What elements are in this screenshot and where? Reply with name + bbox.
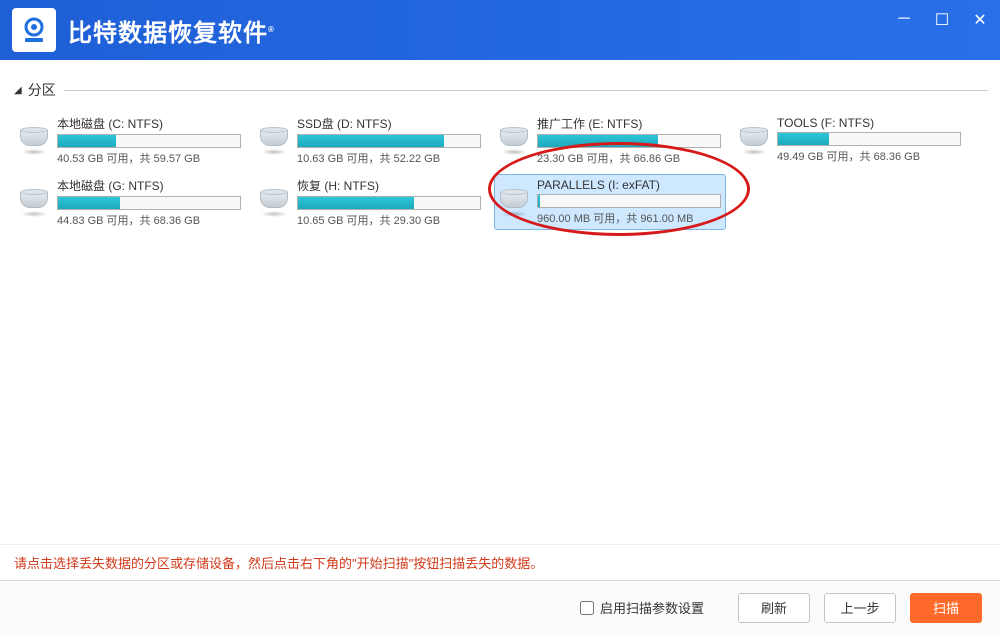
collapse-icon: ◢ [14,85,22,96]
section-label: 分区 [28,80,56,100]
usage-bar [297,196,481,210]
scan-params-checkbox[interactable]: 启用扫描参数设置 [580,598,704,617]
partition-usage: 40.53 GB 可用，共 59.57 GB [57,150,241,166]
partition-name: 本地磁盘 (C: NTFS) [57,115,241,132]
partition-name: TOOLS (F: NTFS) [777,116,961,130]
main-area: ◢ 分区 本地磁盘 (C: NTFS) 40.53 GB 可用，共 59.57 G… [0,60,1000,544]
partition-info: 本地磁盘 (G: NTFS) 44.83 GB 可用，共 68.36 GB [57,177,241,228]
refresh-button[interactable]: 刷新 [738,593,810,623]
partition-grid: 本地磁盘 (C: NTFS) 40.53 GB 可用，共 59.57 GB SSD盘… [14,112,1000,230]
usage-bar [537,134,721,148]
partition-item[interactable]: TOOLS (F: NTFS) 49.49 GB 可用，共 68.36 GB [734,112,966,168]
disk-icon [17,123,51,157]
partition-usage: 10.63 GB 可用，共 52.22 GB [297,150,481,166]
partition-name: SSD盘 (D: NTFS) [297,115,481,132]
disk-icon [257,185,291,219]
app-window: 比特数据恢复软件® ─ ☐ ✕ ◢ 分区 本地磁盘 (C: NTFS) 40.53… [0,0,1000,634]
partition-info: 本地磁盘 (C: NTFS) 40.53 GB 可用，共 59.57 GB [57,115,241,166]
partition-name: 本地磁盘 (G: NTFS) [57,177,241,194]
partition-usage: 23.30 GB 可用，共 66.86 GB [537,150,721,166]
partition-usage: 44.83 GB 可用，共 68.36 GB [57,212,241,228]
partition-info: TOOLS (F: NTFS) 49.49 GB 可用，共 68.36 GB [777,116,961,164]
partition-item[interactable]: SSD盘 (D: NTFS) 10.63 GB 可用，共 52.22 GB [254,112,486,168]
scan-button[interactable]: 扫描 [910,593,982,623]
maximize-button[interactable]: ☐ [932,10,952,30]
usage-bar [57,134,241,148]
partition-item[interactable]: 恢复 (H: NTFS) 10.65 GB 可用，共 29.30 GB [254,174,486,230]
partition-info: 恢复 (H: NTFS) 10.65 GB 可用，共 29.30 GB [297,177,481,228]
disk-icon [17,185,51,219]
scan-params-label: 启用扫描参数设置 [600,598,704,617]
hint-text: 请点击选择丢失数据的分区或存储设备，然后点击右下角的"开始扫描"按钮扫描丢失的数… [0,544,1000,580]
scan-params-checkbox-input[interactable] [580,601,594,615]
partition-item[interactable]: 本地磁盘 (G: NTFS) 44.83 GB 可用，共 68.36 GB [14,174,246,230]
titlebar: 比特数据恢复软件® ─ ☐ ✕ [0,0,1000,60]
section-header[interactable]: ◢ 分区 [14,80,1000,100]
minimize-button[interactable]: ─ [894,10,914,30]
partition-item[interactable]: 本地磁盘 (C: NTFS) 40.53 GB 可用，共 59.57 GB [14,112,246,168]
app-logo-icon [12,8,56,52]
disk-icon [497,123,531,157]
partition-info: 推广工作 (E: NTFS) 23.30 GB 可用，共 66.86 GB [537,115,721,166]
disk-icon [497,185,531,219]
disk-icon [257,123,291,157]
partition-usage: 960.00 MB 可用，共 961.00 MB [537,210,721,226]
partition-usage: 49.49 GB 可用，共 68.36 GB [777,148,961,164]
usage-bar [57,196,241,210]
window-controls: ─ ☐ ✕ [894,10,990,30]
partition-item[interactable]: PARALLELS (I: exFAT) 960.00 MB 可用，共 961.0… [494,174,726,230]
partition-info: SSD盘 (D: NTFS) 10.63 GB 可用，共 52.22 GB [297,115,481,166]
partition-name: 推广工作 (E: NTFS) [537,115,721,132]
partition-usage: 10.65 GB 可用，共 29.30 GB [297,212,481,228]
partition-info: PARALLELS (I: exFAT) 960.00 MB 可用，共 961.0… [537,178,721,226]
usage-bar [297,134,481,148]
partition-name: 恢复 (H: NTFS) [297,177,481,194]
divider [64,90,988,91]
prev-button[interactable]: 上一步 [824,593,896,623]
usage-bar [777,132,961,146]
usage-bar [537,194,721,208]
disk-icon [737,123,771,157]
footer: 启用扫描参数设置 刷新 上一步 扫描 [0,580,1000,634]
app-title: 比特数据恢复软件® [68,13,275,48]
partition-name: PARALLELS (I: exFAT) [537,178,721,192]
close-button[interactable]: ✕ [970,10,990,30]
partition-item[interactable]: 推广工作 (E: NTFS) 23.30 GB 可用，共 66.86 GB [494,112,726,168]
